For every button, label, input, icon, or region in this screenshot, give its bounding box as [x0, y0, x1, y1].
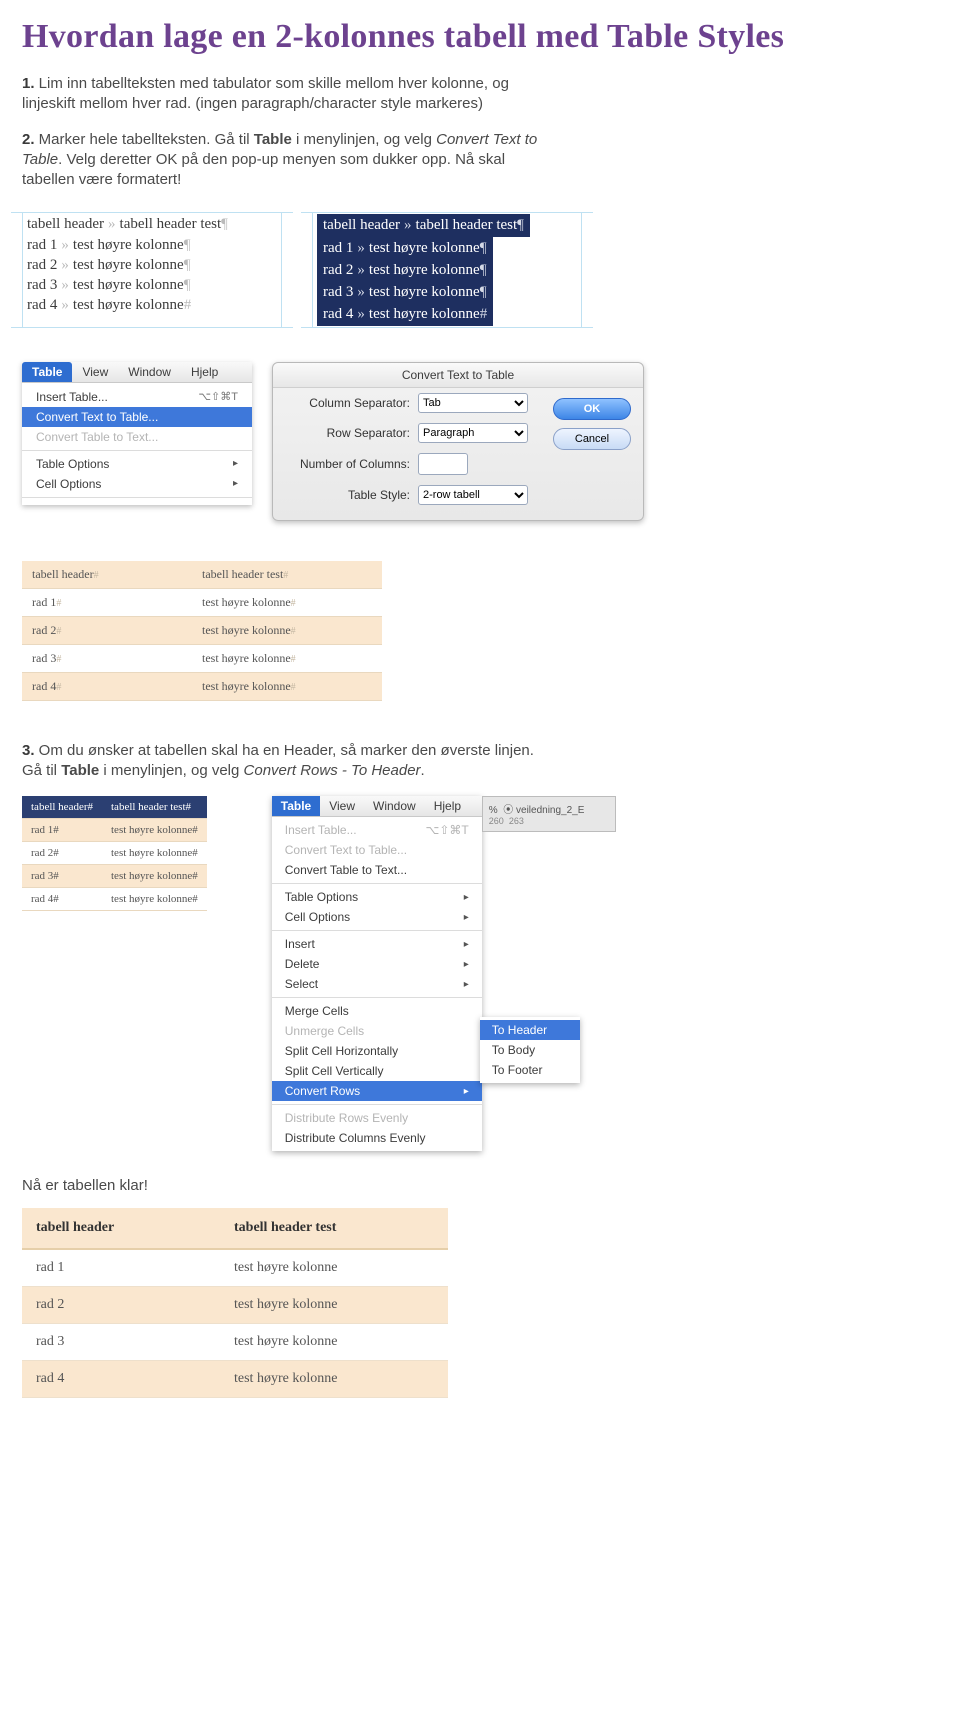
selected-text-preview: tabell header»tabell header test¶rad 1»t…	[312, 212, 582, 327]
menu-item[interactable]: Convert Rows▸	[272, 1081, 482, 1101]
menu-item[interactable]: Cell Options▸	[22, 474, 252, 494]
step-3: 3. Om du ønsker at tabellen skal ha en H…	[22, 741, 542, 782]
step-2: 2. Marker hele tabellteksten. Gå til Tab…	[22, 130, 542, 191]
text-line: rad 3»test høyre kolonne¶	[317, 281, 577, 303]
menu-item[interactable]: Insert Table...⌥⇧⌘T	[272, 820, 482, 840]
menu-item[interactable]: Split Cell Horizontally	[272, 1041, 482, 1061]
menu-tab[interactable]: View	[320, 796, 364, 816]
table-row: rad 3#test høyre kolonne#	[22, 865, 207, 888]
table-row: rad 1test høyre kolonne	[22, 1249, 448, 1287]
table-row: rad 3test høyre kolonne	[22, 1324, 448, 1361]
raw-text-preview: tabell header»tabell header test¶rad 1»t…	[22, 212, 282, 327]
step-2-num: 2.	[22, 131, 35, 148]
table-row: rad 4test høyre kolonne	[22, 1361, 448, 1398]
table-row: tabell headertabell header test	[22, 1208, 448, 1249]
num-columns-stepper[interactable]	[418, 453, 468, 475]
step-1-text: Lim inn tabellteksten med tabulator som …	[22, 75, 509, 112]
submenu-item[interactable]: To Body	[480, 1040, 580, 1060]
table-row: rad 4#test høyre kolonne#	[22, 672, 382, 700]
menu-tab[interactable]: Window	[364, 796, 425, 816]
text-line: rad 4»test høyre kolonne#	[317, 303, 577, 325]
menu-tab[interactable]: Hjelp	[181, 362, 228, 382]
menu-tab[interactable]: Hjelp	[425, 796, 470, 816]
convert-rows-submenu[interactable]: To HeaderTo BodyTo Footer	[480, 1017, 580, 1083]
text-line: rad 2»test høyre kolonne¶	[317, 259, 577, 281]
menu-tab[interactable]: Table	[272, 796, 320, 816]
step-1: 1. Lim inn tabellteksten med tabulator s…	[22, 74, 542, 115]
menu-item[interactable]: Convert Table to Text...	[22, 427, 252, 447]
final-table: tabell headertabell header testrad 1test…	[22, 1208, 448, 1398]
table-menu-long[interactable]: TableViewWindowHjelp Insert Table...⌥⇧⌘T…	[272, 796, 482, 1151]
menu-item[interactable]: Insert Table...⌥⇧⌘T	[22, 387, 252, 407]
table-row: rad 4#test høyre kolonne#	[22, 888, 207, 911]
menu-tab[interactable]: Table	[22, 362, 72, 382]
menu-item[interactable]: Distribute Columns Evenly	[272, 1128, 482, 1148]
text-line: rad 2»test høyre kolonne¶	[27, 255, 277, 275]
menu-item[interactable]: Convert Text to Table...	[272, 840, 482, 860]
table-row: tabell header#tabell header test#	[22, 561, 382, 589]
submenu-item[interactable]: To Header	[480, 1020, 580, 1040]
text-line: rad 4»test høyre kolonne#	[27, 295, 277, 315]
table-row: tabell header#tabell header test#	[22, 796, 207, 819]
table-style-select[interactable]: 2-row tabell	[418, 485, 528, 505]
row-separator-select[interactable]: Paragraph	[418, 423, 528, 443]
menu-item[interactable]: Delete▸	[272, 954, 482, 974]
header-selected-preview: tabell header#tabell header test#rad 1#t…	[22, 796, 207, 911]
text-line: tabell header»tabell header test¶	[27, 214, 277, 234]
menu-item[interactable]: Merge Cells	[272, 1001, 482, 1021]
table-row: rad 2test høyre kolonne	[22, 1287, 448, 1324]
menu-item[interactable]: Insert▸	[272, 934, 482, 954]
menu-item[interactable]: Table Options▸	[272, 887, 482, 907]
table-row: rad 1#test høyre kolonne#	[22, 588, 382, 616]
step-1-num: 1.	[22, 75, 35, 92]
ok-button[interactable]: OK	[553, 398, 631, 420]
table-row: rad 2#test høyre kolonne#	[22, 842, 207, 865]
menu-item[interactable]: Unmerge Cells	[272, 1021, 482, 1041]
dialog-title: Convert Text to Table	[273, 363, 643, 388]
menu-item[interactable]: Split Cell Vertically	[272, 1061, 482, 1081]
text-line: rad 1»test høyre kolonne¶	[317, 237, 577, 259]
done-text: Nå er tabellen klar!	[22, 1177, 938, 1194]
menu-item[interactable]: Cell Options▸	[272, 907, 482, 927]
menu-item[interactable]: Convert Table to Text...	[272, 860, 482, 880]
page-title: Hvordan lage en 2-kolonnes tabell med Ta…	[22, 18, 938, 56]
menu-tab[interactable]: Window	[118, 362, 181, 382]
text-line: rad 1»test høyre kolonne¶	[27, 235, 277, 255]
menu-item[interactable]: Convert Text to Table...	[22, 407, 252, 427]
formatted-table-preview: tabell header#tabell header test# rad 1#…	[22, 561, 382, 701]
menu-tab[interactable]: View	[72, 362, 118, 382]
column-separator-select[interactable]: Tab	[418, 393, 528, 413]
menu-item[interactable]: Select▸	[272, 974, 482, 994]
submenu-item[interactable]: To Footer	[480, 1060, 580, 1080]
text-line: rad 3»test høyre kolonne¶	[27, 275, 277, 295]
menu-item[interactable]: Distribute Rows Evenly	[272, 1108, 482, 1128]
table-menu-short[interactable]: TableViewWindowHjelp Insert Table...⌥⇧⌘T…	[22, 362, 252, 505]
menu-item[interactable]: Table Options▸	[22, 454, 252, 474]
background-panel-strip: % ⦿ veiledning_2_E 260 263	[482, 796, 616, 832]
cancel-button[interactable]: Cancel	[553, 428, 631, 450]
table-row: rad 3#test høyre kolonne#	[22, 644, 382, 672]
convert-text-to-table-dialog: Convert Text to Table Column Separator: …	[272, 362, 644, 521]
text-line: tabell header»tabell header test¶	[317, 214, 577, 236]
table-row: rad 1#test høyre kolonne#	[22, 819, 207, 842]
table-row: rad 2#test høyre kolonne#	[22, 616, 382, 644]
